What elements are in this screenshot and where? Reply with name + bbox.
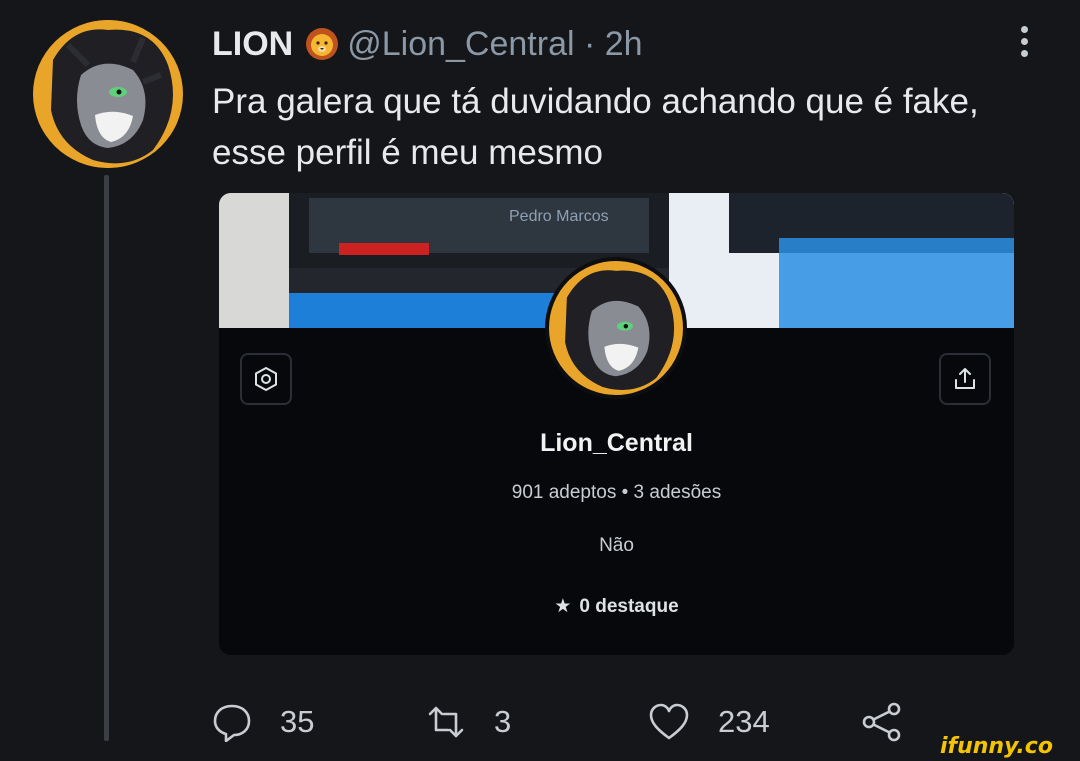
- profile-username: Lion_Central: [540, 429, 693, 457]
- retweet-count: 3: [494, 704, 512, 739]
- retweet-button[interactable]: 3: [426, 695, 511, 749]
- reply-icon: [213, 704, 251, 742]
- like-button[interactable]: 234: [648, 695, 770, 749]
- heart-icon: [649, 703, 689, 740]
- lion-portrait-icon: [34, 20, 182, 168]
- thread-line: [104, 175, 109, 741]
- lion-portrait-icon: [549, 261, 683, 395]
- ifunny-watermark: ifunny.co: [940, 734, 1053, 759]
- retweet-icon: [428, 706, 464, 738]
- profile-highlight[interactable]: ★ 0 destaque: [219, 595, 1014, 618]
- settings-icon: [255, 366, 277, 392]
- tweet-header: LION @Lion_Central · 2h: [212, 20, 643, 68]
- author-name[interactable]: LION: [212, 25, 293, 64]
- profile-bio: Não: [599, 535, 634, 556]
- tweet-media-image[interactable]: Pedro Marcos Lion_Central 901 adeptos • …: [219, 193, 1014, 655]
- tweet-actions: 35 3 234: [212, 695, 932, 749]
- highlight-label: 0 destaque: [579, 596, 679, 617]
- reply-count: 35: [280, 704, 315, 739]
- more-options-icon[interactable]: [1012, 22, 1036, 62]
- like-count: 234: [718, 704, 770, 739]
- tweet-text: Pra galera que tá duvidando achando que …: [212, 82, 979, 172]
- reply-button[interactable]: 35: [212, 695, 314, 749]
- author-avatar[interactable]: [33, 20, 183, 168]
- profile-stats: 901 adeptos • 3 adesões: [511, 482, 722, 503]
- share-profile-button[interactable]: [939, 353, 991, 405]
- tweet-screenshot: LION @Lion_Central · 2h Pra galera que t…: [0, 0, 1080, 761]
- share-icon: [862, 702, 901, 742]
- profile-avatar[interactable]: [545, 257, 687, 399]
- lion-face-icon: [305, 27, 339, 61]
- author-handle[interactable]: @Lion_Central · 2h: [347, 25, 642, 64]
- banner-overlay-text: Pedro Marcos: [509, 208, 609, 225]
- star-icon: ★: [554, 596, 572, 617]
- share-button[interactable]: [860, 695, 904, 749]
- settings-button[interactable]: [240, 353, 292, 405]
- share-upload-icon: [955, 368, 975, 389]
